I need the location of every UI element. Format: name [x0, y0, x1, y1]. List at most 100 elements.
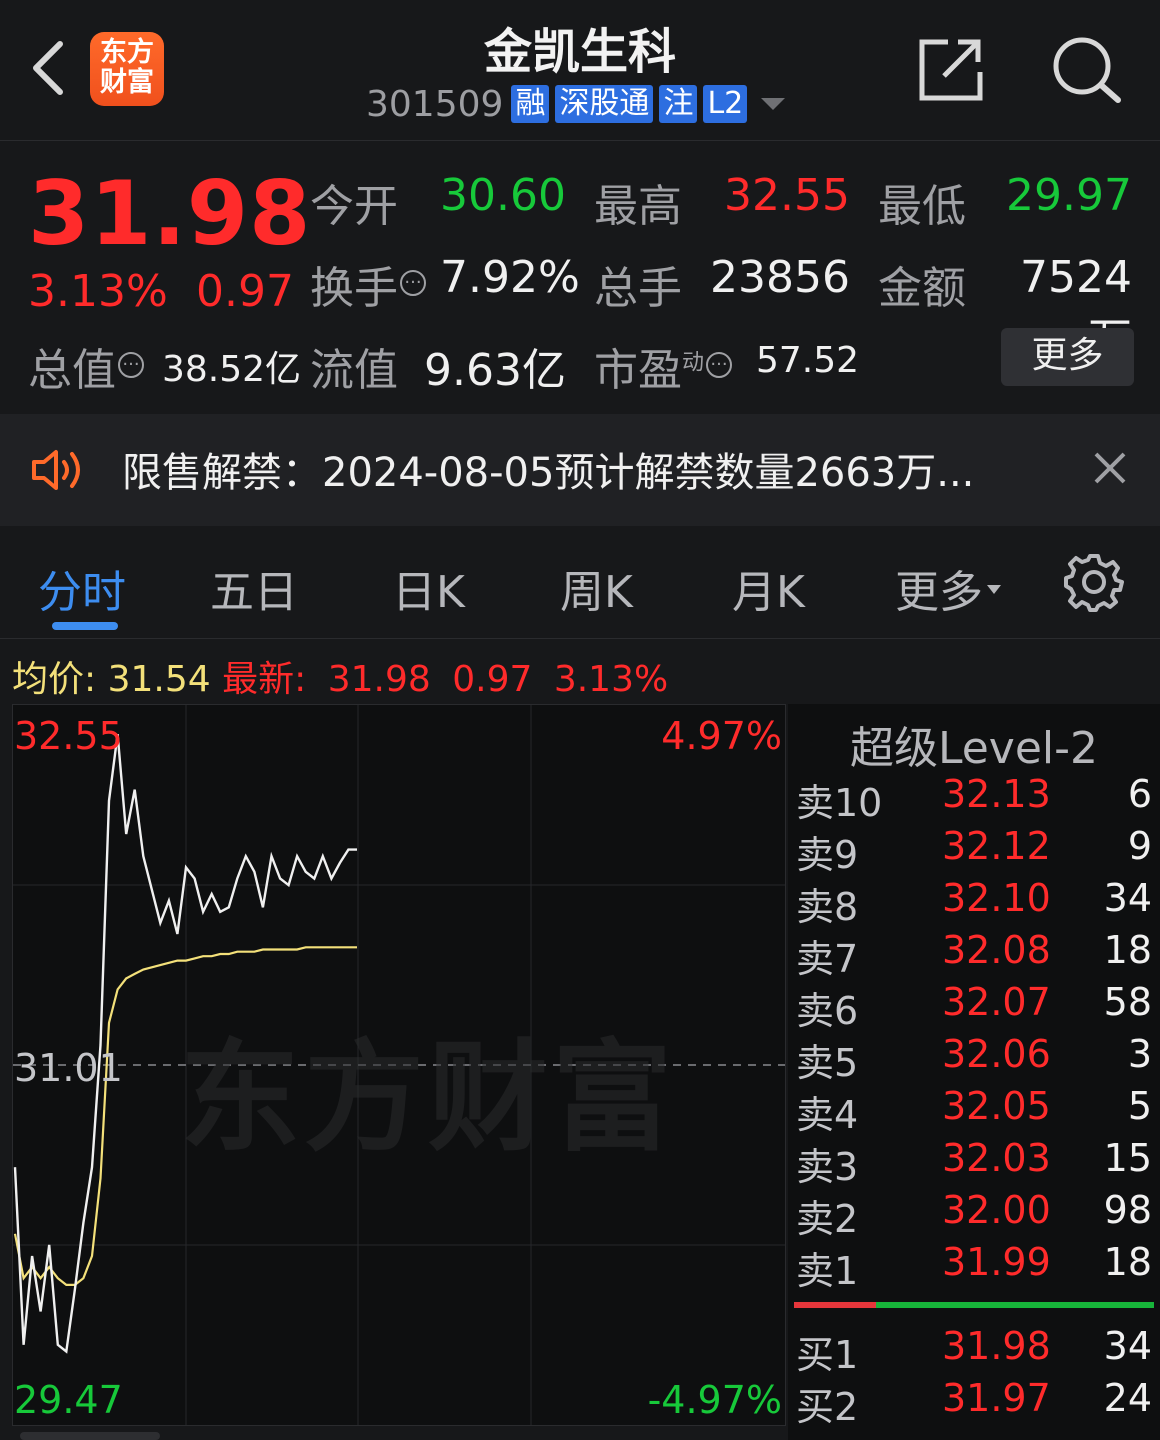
- tab-more-label: 更多: [895, 567, 983, 618]
- ask-price: 32.13: [942, 772, 1051, 816]
- ask-level: 卖3: [796, 1145, 859, 1189]
- chevron-down-icon: [987, 584, 1001, 594]
- ask-row[interactable]: 卖8 32.10 34: [796, 876, 1156, 929]
- tab-daily-k[interactable]: 日K: [392, 556, 465, 620]
- ask-price: 32.05: [942, 1084, 1051, 1128]
- volume-value: 23856: [710, 252, 850, 303]
- share-icon[interactable]: [918, 36, 984, 102]
- pe-label[interactable]: 市盈动 ···: [594, 334, 733, 398]
- active-tab-indicator: [52, 622, 118, 630]
- pe-value: 57.52: [756, 340, 860, 381]
- ask-row[interactable]: 卖1 31.99 18: [796, 1240, 1156, 1293]
- tab-more[interactable]: 更多: [895, 556, 1001, 620]
- low-value: 29.97: [1006, 170, 1132, 221]
- change-percent: 3.13%: [28, 266, 168, 317]
- turnover-label[interactable]: 换手 ···: [310, 252, 426, 316]
- bid-row[interactable]: 买1 31.98 34: [796, 1324, 1156, 1377]
- total-value: 38.52亿: [162, 349, 302, 390]
- tag-registration: 注: [659, 85, 698, 123]
- tag-level2: L2: [703, 85, 748, 123]
- more-info-icon[interactable]: ···: [118, 352, 144, 378]
- tab-five-day[interactable]: 五日: [210, 556, 298, 620]
- back-arrow-icon[interactable]: [24, 38, 74, 98]
- y-axis-mid: 31.01: [14, 1046, 123, 1090]
- bid-row[interactable]: 买2 31.97 24: [796, 1376, 1156, 1429]
- bid-price: 31.98: [942, 1324, 1051, 1368]
- sell-ratio-bar: [876, 1302, 1154, 1308]
- y-axis-max: 32.55: [14, 714, 123, 758]
- stock-code: 301509: [366, 83, 504, 125]
- ask-qty: 9: [1127, 824, 1152, 868]
- ask-price: 32.10: [942, 876, 1051, 920]
- current-price: 31.98: [28, 162, 312, 265]
- pct-axis-min: -4.97%: [647, 1378, 782, 1422]
- latest-value: 31.98: [327, 659, 431, 700]
- tag-shenzhen-connect: 深股通: [555, 85, 654, 123]
- ask-price: 32.00: [942, 1188, 1051, 1232]
- tag-margin: 融: [511, 85, 550, 123]
- amount-label: 金额: [878, 263, 966, 314]
- total-value-label-text: 总值: [28, 345, 116, 396]
- ask-price: 32.07: [942, 980, 1051, 1024]
- bid-qty: 34: [1103, 1324, 1152, 1368]
- app-logo: 东方 财富: [90, 32, 164, 106]
- pe-dynamic-mark: 动: [682, 350, 705, 376]
- open-value: 30.60: [440, 170, 566, 221]
- stock-code-row[interactable]: 301509 融 深股通 注 L2: [366, 82, 786, 126]
- ask-price: 32.12: [942, 824, 1051, 868]
- ask-level: 卖6: [796, 989, 859, 1033]
- ask-level: 卖10: [796, 781, 883, 825]
- pe-label-text: 市盈: [594, 345, 682, 396]
- ask-row[interactable]: 卖3 32.03 15: [796, 1136, 1156, 1189]
- ask-row[interactable]: 卖6 32.07 58: [796, 980, 1156, 1033]
- low-label: 最低: [878, 181, 966, 232]
- ask-price: 31.99: [942, 1240, 1051, 1284]
- pct-axis-max: 4.97%: [661, 714, 782, 758]
- ask-level: 卖1: [796, 1249, 859, 1293]
- logo-text-line2: 财富: [100, 67, 154, 98]
- high-label: 最高: [594, 181, 682, 232]
- open-label: 今开: [310, 181, 398, 232]
- ask-level: 卖5: [796, 1041, 859, 1085]
- ask-qty: 98: [1103, 1188, 1152, 1232]
- ask-row[interactable]: 卖4 32.05 5: [796, 1084, 1156, 1137]
- turnover-value: 7.92%: [440, 252, 580, 303]
- stock-name: 金凯生科: [483, 24, 676, 80]
- ask-row[interactable]: 卖2 32.00 98: [796, 1188, 1156, 1241]
- tab-monthly-k[interactable]: 月K: [732, 556, 805, 620]
- bid-level: 买1: [796, 1333, 859, 1377]
- ask-row[interactable]: 卖7 32.08 18: [796, 928, 1156, 981]
- more-info-icon[interactable]: ···: [400, 270, 426, 296]
- ask-qty: 6: [1127, 772, 1152, 816]
- bid-qty: 24: [1103, 1376, 1152, 1420]
- ask-price: 32.08: [942, 928, 1051, 972]
- tab-weekly-k[interactable]: 周K: [560, 556, 633, 620]
- chevron-down-icon[interactable]: [761, 98, 786, 110]
- latest-change: 0.97: [452, 659, 533, 700]
- bid-level: 买2: [796, 1385, 859, 1429]
- ask-row[interactable]: 卖10 32.13 6: [796, 772, 1156, 825]
- ask-row[interactable]: 卖9 32.12 9: [796, 824, 1156, 877]
- high-value: 32.55: [724, 170, 850, 221]
- gear-icon[interactable]: [1064, 552, 1124, 612]
- buy-ratio-bar: [794, 1302, 876, 1308]
- more-button[interactable]: 更多: [1001, 328, 1134, 386]
- more-info-icon[interactable]: ···: [706, 352, 733, 378]
- ask-qty: 34: [1103, 876, 1152, 920]
- search-icon[interactable]: [1050, 34, 1124, 104]
- ask-qty: 58: [1103, 980, 1152, 1024]
- avg-price-label: 均价:: [12, 659, 97, 700]
- notice-text: 限售解禁：2024-08-05预计解禁数量2663万...: [122, 450, 975, 496]
- avg-price-value: 31.54: [107, 659, 211, 700]
- ask-level: 卖9: [796, 833, 859, 877]
- latest-change-pct: 3.13%: [553, 659, 669, 700]
- chart-info-line: 均价: 31.54 最新: 31.98 0.97 3.13%: [12, 650, 668, 702]
- ask-row[interactable]: 卖5 32.06 3: [796, 1032, 1156, 1085]
- ask-level: 卖2: [796, 1197, 859, 1241]
- y-axis-min: 29.47: [14, 1378, 123, 1422]
- ask-qty: 15: [1103, 1136, 1152, 1180]
- tab-intraday[interactable]: 分时: [38, 556, 126, 620]
- close-icon[interactable]: [1090, 448, 1130, 488]
- total-value-label[interactable]: 总值 ···: [28, 334, 144, 398]
- order-book-title[interactable]: 超级Level-2: [788, 712, 1160, 776]
